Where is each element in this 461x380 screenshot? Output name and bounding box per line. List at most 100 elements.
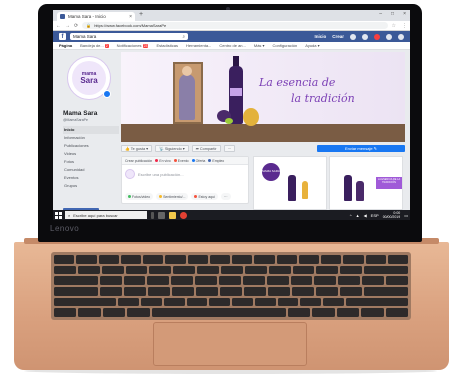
subnav-ayuda[interactable]: Ayuda ▾: [305, 43, 319, 48]
page-subnav: Página Bandeja de... 2 Notificaciones 23 E…: [53, 42, 410, 50]
subnav-bandeja[interactable]: Bandeja de... 2: [80, 43, 109, 48]
language-indicator[interactable]: ESP: [371, 213, 379, 218]
volume-icon[interactable]: ◀: [364, 213, 367, 218]
composer-tab-live[interactable]: En vivo: [155, 158, 171, 163]
home-link[interactable]: Inicio: [314, 34, 326, 39]
notifications-icon[interactable]: [374, 33, 380, 40]
taskbar-search-placeholder: Escribe aquí para buscar: [73, 212, 118, 218]
subnav-herramientas[interactable]: Herramienta...: [186, 43, 211, 48]
account-menu-icon[interactable]: [398, 33, 404, 40]
subnav-centro[interactable]: Centro de an...: [219, 43, 245, 48]
composer-tabs: Crear publicación En vivo Evento Oferta …: [122, 157, 248, 165]
cover-floor: [121, 124, 405, 142]
clock-date: 00/00/2019: [382, 215, 401, 219]
messenger-icon[interactable]: [362, 33, 368, 40]
minimize-button[interactable]: –: [379, 11, 382, 17]
promo-bottle-icon: [302, 181, 308, 199]
composer-tab-create[interactable]: Crear publicación: [125, 159, 152, 163]
promo-cards: MAMA SARA LA ESENCIA DE LA TRADICIÓN: [253, 156, 403, 210]
search-icon[interactable]: ⌕: [182, 34, 185, 39]
page-name: Mama Sara: [63, 110, 98, 117]
subnav-pagina[interactable]: Página: [59, 43, 72, 48]
tray-arrow-icon[interactable]: ^: [350, 213, 352, 218]
share-button[interactable]: ➦ Compartir: [191, 145, 221, 152]
subnav-estadisticas[interactable]: Estadísticas: [156, 43, 178, 48]
keyboard: [51, 252, 411, 320]
help-icon[interactable]: [386, 33, 392, 40]
microphone-icon[interactable]: [151, 211, 154, 219]
more-button[interactable]: ···: [223, 145, 236, 152]
camera-icon[interactable]: [103, 90, 111, 98]
chrome-icon[interactable]: [180, 211, 187, 219]
left-nav-comunidad[interactable]: Comunidad: [63, 166, 119, 174]
following-button[interactable]: 📡 Siguiendo ▾: [155, 145, 189, 152]
facebook-search-input[interactable]: Mama Sara ⌕: [70, 33, 188, 40]
clock[interactable]: 0:00 00/00/2019: [383, 211, 401, 219]
spacebar: [151, 308, 287, 318]
browser-tab[interactable]: Mama Sara - Inicio ×: [57, 12, 135, 21]
left-nav-informacion[interactable]: Información: [63, 134, 119, 142]
subnav-configuracion[interactable]: Configuración: [273, 43, 298, 48]
close-window-button[interactable]: ×: [403, 11, 406, 17]
mama-sara-logo: mama Sara: [72, 61, 106, 95]
photo-video-chip[interactable]: Fotos/video: [125, 193, 154, 200]
composer-tab-job[interactable]: Empleo: [208, 158, 224, 163]
window-controls: – □ ×: [379, 11, 406, 17]
left-nav-grupos[interactable]: Grupos: [63, 182, 119, 190]
composer-tab-offer[interactable]: Oferta: [191, 158, 205, 163]
keyboard-row-space: [54, 308, 409, 318]
left-nav-fotos[interactable]: Fotos: [63, 158, 119, 166]
keyboard-row-top: [54, 276, 408, 286]
maximize-button[interactable]: □: [391, 11, 394, 17]
left-nav-videos[interactable]: Videos: [63, 150, 119, 158]
new-tab-button[interactable]: +: [139, 11, 143, 18]
task-view-icon[interactable]: [158, 211, 165, 219]
create-link[interactable]: Crear: [332, 34, 344, 39]
browser-tabbar: Mama Sara - Inicio × + – □ ×: [53, 10, 410, 21]
composer-tab-event[interactable]: Evento: [173, 158, 189, 163]
lemon: [225, 118, 233, 124]
composer-chips: Fotos/video Sentimiento/... Estoy aquí ·…: [125, 193, 231, 200]
address-bar: ← → ⟳ 🔒 https://www.facebook.com/MamaSar…: [53, 21, 410, 31]
bookmark-star-icon[interactable]: ☆: [392, 23, 396, 29]
taskbar: ⌕ Escribe aquí para buscar ^ ▲ ◀ ESP 0:0…: [53, 210, 410, 220]
tab-close-icon[interactable]: ×: [129, 14, 132, 20]
checkin-chip[interactable]: Estoy aquí: [191, 193, 219, 200]
lock-icon: 🔒: [86, 23, 92, 28]
cover-tagline-2: la tradición: [291, 92, 355, 105]
send-message-button[interactable]: Enviar mensaje ✎: [317, 145, 405, 152]
promo-card-1[interactable]: MAMA SARA: [253, 156, 327, 210]
touchpad: [153, 322, 307, 366]
composer-input[interactable]: Escribe una publicación...: [138, 172, 184, 177]
subnav-notificaciones[interactable]: Notificaciones 23: [117, 43, 149, 48]
keyboard-row-numbers: [54, 265, 408, 275]
brand-logo: Lenovo: [50, 224, 80, 233]
url-input[interactable]: 🔒 https://www.facebook.com/MamaSaraPe: [82, 22, 388, 29]
like-button[interactable]: 👍 Te gusta ▾: [121, 145, 153, 152]
browser-menu-icon[interactable]: ⋮: [402, 23, 407, 29]
promo-card-2[interactable]: LA ESENCIA DE LA TRADICIÓN: [329, 156, 403, 210]
action-center-icon[interactable]: ▭: [404, 213, 408, 218]
more-chip[interactable]: ···: [221, 193, 231, 200]
back-icon[interactable]: ←: [56, 23, 61, 29]
network-icon[interactable]: ▲: [356, 213, 360, 218]
system-tray: ^ ▲ ◀ ESP 0:00 00/00/2019 ▭: [350, 211, 408, 219]
left-nav: Inicio Información Publicaciones Videos …: [63, 126, 119, 190]
windows-start-icon[interactable]: [55, 211, 62, 219]
cover-woman: [179, 74, 195, 120]
reload-icon[interactable]: ⟳: [74, 23, 78, 29]
promo-band: LA ESENCIA DE LA TRADICIÓN: [376, 177, 402, 189]
cover-photo[interactable]: La esencia de la tradición: [121, 52, 405, 142]
facebook-logo-icon[interactable]: f: [59, 33, 66, 40]
keyboard-row-home: [54, 287, 408, 296]
left-nav-inicio[interactable]: Inicio: [63, 126, 119, 134]
file-explorer-icon[interactable]: [169, 211, 176, 219]
forward-icon[interactable]: →: [65, 23, 70, 29]
feeling-chip[interactable]: Sentimiento/...: [156, 193, 189, 200]
left-nav-eventos[interactable]: Eventos: [63, 174, 119, 182]
friends-icon[interactable]: [350, 33, 356, 40]
subnav-mas[interactable]: Más ▾: [254, 43, 265, 48]
left-nav-publicaciones[interactable]: Publicaciones: [63, 142, 119, 150]
page-handle[interactable]: @MamaSaraPe: [63, 118, 88, 122]
taskbar-search-input[interactable]: ⌕ Escribe aquí para buscar: [65, 211, 147, 219]
